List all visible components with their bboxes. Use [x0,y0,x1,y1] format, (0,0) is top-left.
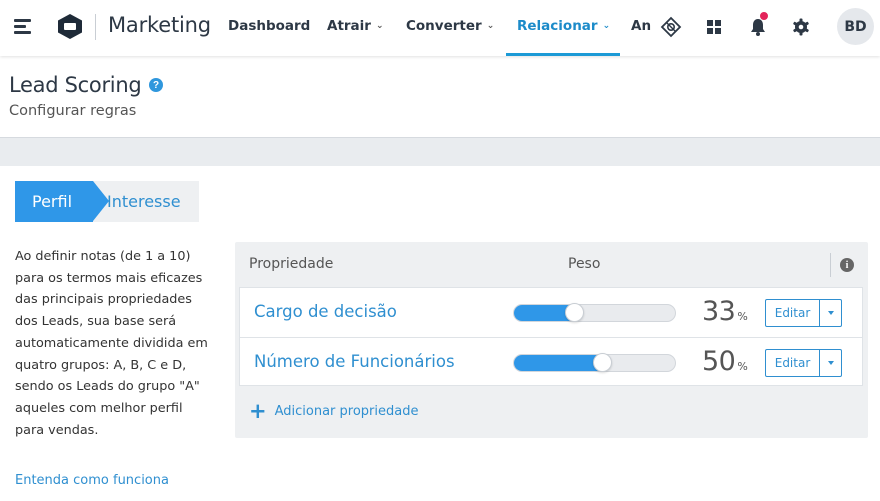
learn-how-link[interactable]: Entenda como funciona [15,473,169,488]
tab-perfil[interactable]: Perfil [15,181,93,222]
info-icon[interactable]: i [840,258,854,272]
active-tab-indicator [506,53,620,56]
page-subtitle: Configurar regras [9,103,137,119]
top-navigation-bar: Marketing Dashboard Atrair ⌄ Converter ⌄ R… [0,0,880,56]
lead-scoring-description: Ao definir notas (de 1 a 10) para os ter… [15,249,208,438]
integration-icon[interactable] [660,16,682,38]
chevron-down-icon: ⌄ [375,21,384,31]
brand-name: Marketing [108,13,211,37]
edit-button[interactable]: Editar [765,299,820,327]
apps-grid-icon[interactable] [703,16,725,38]
user-avatar[interactable]: BD [837,8,874,45]
property-name-link[interactable]: Número de Funcionários [254,352,455,371]
weight-value: 50% [702,346,748,377]
nav-atrair-label: Atrair [327,18,371,34]
properties-panel: Propriedade Peso i Cargo de decisão 33% … [235,242,868,438]
caret-down-icon [827,361,834,365]
brand-separator [95,14,96,40]
nav-dashboard[interactable]: Dashboard [228,18,310,34]
add-property-label: Adicionar propriedade [274,404,419,419]
nav-atrair[interactable]: Atrair ⌄ [327,18,384,34]
notification-badge [759,11,769,21]
help-icon[interactable]: ? [149,78,163,92]
weight-value: 33% [702,296,748,327]
add-property-button[interactable]: + Adicionar propriedade [249,401,418,422]
edit-dropdown-toggle[interactable] [820,349,842,377]
nav-relacionar-label: Relacionar [517,18,598,34]
chevron-down-icon: ⌄ [602,21,611,31]
menu-icon[interactable] [14,17,32,35]
weight-slider-fill [514,355,603,371]
weight-slider[interactable] [513,303,676,322]
main-content: Perfil Interesse Ao definir notas (de 1 … [0,166,880,501]
weight-number: 50 [702,346,736,377]
nav-dashboard-label: Dashboard [228,18,311,34]
chevron-down-icon: ⌄ [486,21,495,31]
caret-down-icon [827,311,834,315]
edit-dropdown-toggle[interactable] [820,299,842,327]
edit-button-group: Editar [765,299,842,327]
weight-slider-handle[interactable] [565,303,584,322]
edit-button-group: Editar [765,349,842,377]
edit-button[interactable]: Editar [765,349,820,377]
gear-icon[interactable] [790,16,812,38]
properties-list: Cargo de decisão 33% Editar Número de Fu… [239,287,863,386]
nav-analisar[interactable]: An [631,18,651,34]
brand-logo-icon[interactable] [57,13,83,40]
column-header-weight: Peso [568,256,601,272]
page-header: Lead Scoring ? Configurar regras [0,56,880,138]
nav-analisar-label: An [631,18,652,34]
weight-slider-handle[interactable] [593,353,612,372]
nav-relacionar[interactable]: Relacionar ⌄ [517,18,610,34]
property-row: Cargo de decisão 33% Editar [240,288,862,337]
nav-converter[interactable]: Converter ⌄ [406,18,494,34]
property-row: Número de Funcionários 50% Editar [240,337,862,386]
property-name-link[interactable]: Cargo de decisão [254,302,397,321]
weight-slider[interactable] [513,353,676,372]
weight-unit: % [737,310,748,323]
nav-converter-label: Converter [406,18,482,34]
weight-unit: % [737,360,748,373]
plus-icon: + [249,399,267,423]
page-title: Lead Scoring [9,73,142,97]
column-header-property: Propriedade [249,256,334,272]
tab-interesse-label[interactable]: Interesse [107,192,181,211]
column-separator [830,253,831,277]
weight-number: 33 [702,296,736,327]
